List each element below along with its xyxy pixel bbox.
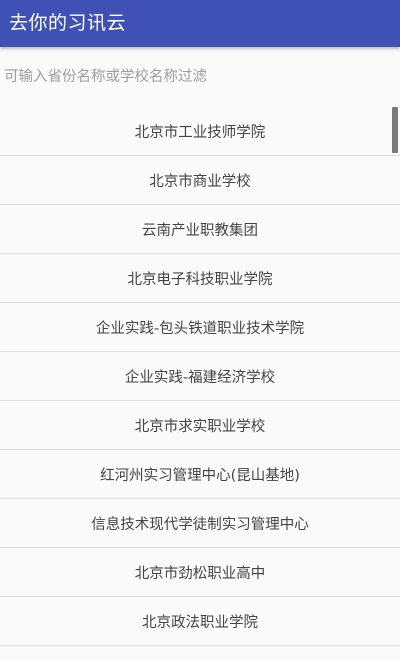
list-item-label: 北京电子科技职业学院 — [127, 271, 273, 288]
list-item-label: 企业实践-福建经济学校 — [124, 369, 276, 386]
app-bar: 去你的习讯云 — [0, 0, 400, 47]
filter-input[interactable] — [0, 47, 392, 107]
list-item[interactable]: 企业实践-福建经济学校 — [0, 352, 400, 401]
list-item[interactable]: 红河州实习管理中心(昆山基地) — [0, 450, 400, 499]
list-item-label: 云南产业职教集团 — [142, 222, 258, 239]
filter-area — [0, 47, 400, 107]
list-item-label: 北京政法职业学院 — [142, 614, 258, 631]
list-item-label: 红河州实习管理中心(昆山基地) — [100, 467, 300, 484]
list-item[interactable]: 北京市劲松职业高中 — [0, 548, 400, 597]
list-item-label: 北京市求实职业学校 — [134, 418, 266, 435]
list-item-label: 北京市商业学校 — [149, 173, 251, 190]
list-item[interactable]: 北京电子科技职业学院 — [0, 254, 400, 303]
list-item-label: 信息技术现代学徒制实习管理中心 — [91, 516, 309, 533]
app-title: 去你的习讯云 — [9, 12, 127, 34]
list-item[interactable]: 北京市求实职业学校 — [0, 401, 400, 450]
list-item-label: 北京市工业技师学院 — [134, 124, 266, 141]
list-item[interactable]: 北京市商业学校 — [0, 156, 400, 205]
list-item[interactable]: 北京市工业技师学院 — [0, 107, 400, 156]
list-item[interactable]: 企业实践-包头铁道职业技术学院 — [0, 303, 400, 352]
list-item-label: 企业实践-包头铁道职业技术学院 — [95, 320, 305, 337]
scrollbar-thumb[interactable] — [392, 107, 398, 153]
school-list[interactable]: 北京市工业技师学院 北京市商业学校 云南产业职教集团 北京电子科技职业学院 企业… — [0, 107, 400, 660]
list-item[interactable]: 云南产业职教集团 — [0, 205, 400, 254]
list-item-label: 北京市劲松职业高中 — [134, 565, 266, 582]
list-item[interactable]: 信息技术现代学徒制实习管理中心 — [0, 499, 400, 548]
list-item[interactable]: 北京政法职业学院 — [0, 597, 400, 646]
